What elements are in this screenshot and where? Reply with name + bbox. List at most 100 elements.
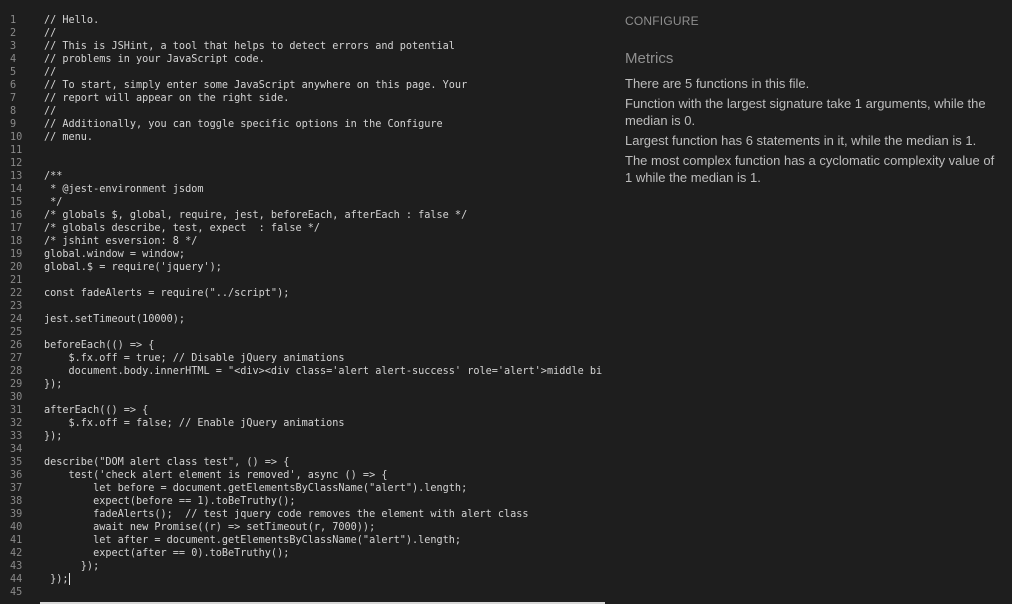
code-line[interactable]: 44 }); — [0, 573, 605, 586]
line-number: 2 — [10, 28, 17, 39]
code-text: }); — [44, 573, 70, 585]
code-line[interactable]: 27 $.fx.off = true; // Disable jQuery an… — [0, 352, 605, 365]
code-line[interactable]: 10 // menu. — [0, 131, 605, 144]
code-line[interactable]: 19 global.window = window; — [0, 248, 605, 261]
code-line[interactable]: 32 $.fx.off = false; // Enable jQuery an… — [0, 417, 605, 430]
configure-menu-button[interactable]: CONFIGURE — [625, 14, 699, 28]
code-line[interactable]: 45 — [0, 586, 605, 599]
code-text: }); — [44, 431, 63, 442]
code-line[interactable]: 31 afterEach(() => { — [0, 404, 605, 417]
code-line[interactable]: 42 expect(after == 0).toBeTruthy(); — [0, 547, 605, 560]
line-number: 14 — [10, 184, 23, 195]
code-line[interactable]: 41 let after = document.getElementsByCla… — [0, 534, 605, 547]
code-line[interactable]: 7 // report will appear on the right side… — [0, 92, 605, 105]
code-text: describe("DOM alert class test", () => { — [44, 457, 290, 468]
line-number: 11 — [10, 145, 23, 156]
code-line[interactable]: 6 // To start, simply enter some JavaScri… — [0, 79, 605, 92]
code-line[interactable]: 36 test('check alert element is removed'… — [0, 469, 605, 482]
line-number: 3 — [10, 41, 17, 52]
code-text: // This is JSHint, a tool that helps to … — [44, 41, 455, 52]
code-editor[interactable]: 1 // Hello. 2 // 3 // This is JSHint, a tool … — [0, 0, 605, 604]
code-line[interactable]: 33}); — [0, 430, 605, 443]
code-text: global.window = window; — [44, 249, 186, 260]
code-line[interactable]: 40 await new Promise((r) => setTimeout(r… — [0, 521, 605, 534]
code-text: */ — [44, 197, 63, 208]
code-text: // — [44, 67, 57, 78]
code-line[interactable]: 13 /** — [0, 170, 605, 183]
code-line[interactable]: 22 const fadeAlerts = require("../script"… — [0, 287, 605, 300]
metric-functions-count: There are 5 functions in this file. — [625, 76, 810, 91]
code-line[interactable]: 35 describe("DOM alert class test", () =>… — [0, 456, 605, 469]
line-number: 39 — [10, 509, 23, 520]
code-line[interactable]: 37 let before = document.getElementsByCl… — [0, 482, 605, 495]
line-number: 28 — [10, 366, 23, 377]
code-text: expect(before == 1).toBeTruthy(); — [44, 496, 296, 507]
line-number: 18 — [10, 236, 23, 247]
code-line[interactable]: 14 * @jest-environment jsdom — [0, 183, 605, 196]
line-number: 34 — [10, 444, 23, 455]
line-number: 43 — [10, 561, 23, 572]
code-text: /* globals describe, test, expect : fals… — [44, 223, 321, 234]
metric-largest-signature: Function with the largest signature take… — [625, 96, 986, 128]
code-text: // report will appear on the right side. — [44, 93, 290, 104]
code-line[interactable]: 4 // problems in your JavaScript code. — [0, 53, 605, 66]
code-line[interactable]: 28 document.body.innerHTML = "<div><div … — [0, 365, 605, 378]
code-line[interactable]: 9 // Additionally, you can toggle specifi… — [0, 118, 605, 131]
line-number: 10 — [10, 132, 23, 143]
code-line[interactable]: 43 }); — [0, 560, 605, 573]
code-line[interactable]: 2 // — [0, 27, 605, 40]
code-line[interactable]: 20 global.$ = require('jquery'); — [0, 261, 605, 274]
code-line[interactable]: 39 fadeAlerts(); // test jquery code rem… — [0, 508, 605, 521]
code-line[interactable]: 18 /* jshint esversion: 8 */ — [0, 235, 605, 248]
line-number: 19 — [10, 249, 23, 260]
line-number: 27 — [10, 353, 23, 364]
line-number: 45 — [10, 587, 23, 598]
line-number: 42 — [10, 548, 23, 559]
code-line[interactable]: 16 /* globals $, global, require, jest, b… — [0, 209, 605, 222]
code-line[interactable]: 25 — [0, 326, 605, 339]
code-text: beforeEach(() => { — [44, 340, 155, 351]
code-text: await new Promise((r) => setTimeout(r, 7… — [44, 522, 376, 533]
code-line[interactable]: 23 — [0, 300, 605, 313]
line-number: 32 — [10, 418, 23, 429]
code-text: * @jest-environment jsdom — [44, 184, 204, 195]
line-number: 24 — [10, 314, 23, 325]
code-line[interactable]: 11 — [0, 144, 605, 157]
line-number: 20 — [10, 262, 23, 273]
code-line[interactable]: 17 /* globals describe, test, expect : fa… — [0, 222, 605, 235]
code-line[interactable]: 21 — [0, 274, 605, 287]
code-text: // Additionally, you can toggle specific… — [44, 119, 443, 130]
code-line[interactable]: 5 // — [0, 66, 605, 79]
code-text: test('check alert element is removed', a… — [44, 470, 388, 481]
line-number: 1 — [10, 15, 17, 26]
code-line[interactable]: 1 // Hello. — [0, 14, 605, 27]
code-line[interactable]: 3 // This is JSHint, a tool that helps to… — [0, 40, 605, 53]
line-number: 41 — [10, 535, 23, 546]
line-number: 37 — [10, 483, 23, 494]
line-number: 44 — [10, 574, 23, 585]
line-number: 35 — [10, 457, 23, 468]
line-number: 12 — [10, 158, 23, 169]
metrics-list: There are 5 functions in this file. Func… — [625, 75, 995, 189]
line-number: 9 — [10, 119, 17, 130]
code-line[interactable]: 15 */ — [0, 196, 605, 209]
code-line[interactable]: 34 — [0, 443, 605, 456]
metric-largest-function: Largest function has 6 statements in it,… — [625, 133, 977, 148]
code-line[interactable]: 29}); — [0, 378, 605, 391]
line-number: 15 — [10, 197, 23, 208]
code-text: // — [44, 106, 57, 117]
code-text: // menu. — [44, 132, 94, 143]
code-text: let after = document.getElementsByClassN… — [44, 535, 462, 546]
code-text: }); — [44, 561, 100, 572]
code-line[interactable]: 24 jest.setTimeout(10000); — [0, 313, 605, 326]
line-number: 5 — [10, 67, 17, 78]
code-line[interactable]: 30 — [0, 391, 605, 404]
code-line[interactable]: 12 — [0, 157, 605, 170]
code-text: /* jshint esversion: 8 */ — [44, 236, 198, 247]
code-text: $.fx.off = true; // Disable jQuery anima… — [44, 353, 345, 364]
code-line[interactable]: 26 beforeEach(() => { — [0, 339, 605, 352]
code-text: fadeAlerts(); // test jquery code remove… — [44, 509, 529, 520]
code-line[interactable]: 8 // — [0, 105, 605, 118]
code-line[interactable]: 38 expect(before == 1).toBeTruthy(); — [0, 495, 605, 508]
line-number: 7 — [10, 93, 17, 104]
